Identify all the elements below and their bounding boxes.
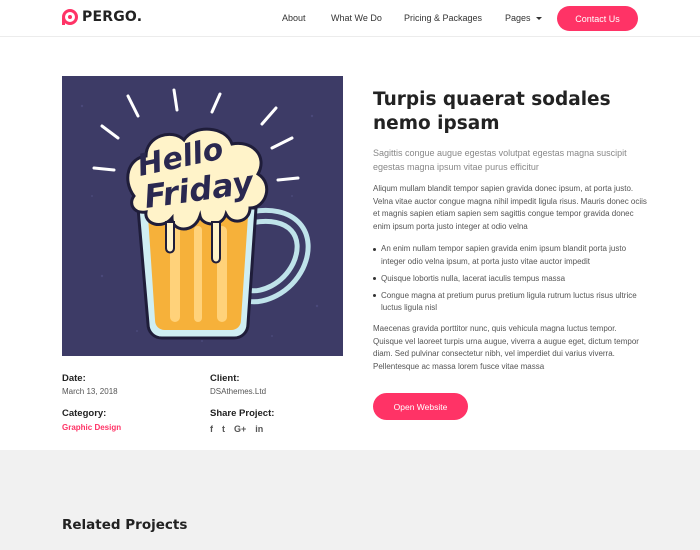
contact-us-button[interactable]: Contact Us (557, 6, 638, 31)
nav-what-we-do[interactable]: What We Do (331, 13, 382, 23)
nav-pages-dropdown[interactable]: Pages (505, 13, 542, 23)
related-projects-section: Related Projects (0, 450, 700, 550)
google-plus-icon[interactable]: G+ (234, 424, 246, 434)
twitter-icon[interactable]: t (222, 424, 225, 434)
category-label: Category: (62, 408, 107, 419)
project-lead: Sagittis congue augue egestas volutpat e… (373, 148, 627, 172)
project-paragraph-1: Aliqum mullam blandit tempor sapien grav… (373, 184, 647, 231)
logo-icon (62, 9, 78, 25)
category-link[interactable]: Graphic Design (62, 423, 121, 432)
top-navbar: PERGO. About What We Do Pricing & Packag… (0, 0, 700, 37)
logo-text: PERGO. (82, 9, 143, 25)
beer-mug-illustration: Hello Friday (62, 76, 343, 356)
date-label: Date: (62, 373, 86, 384)
project-bullet-list: An enim nullam tempor sapien gravida eni… (373, 243, 648, 319)
share-icons: f t G+ in (210, 424, 263, 434)
date-value: March 13, 2018 (62, 387, 118, 396)
project-title: Turpis quaerat sodales nemo ipsam (373, 89, 611, 134)
nav-pricing-packages[interactable]: Pricing & Packages (404, 13, 482, 23)
list-item: An enim nullam tempor sapien gravida eni… (373, 243, 648, 268)
facebook-icon[interactable]: f (210, 424, 213, 434)
related-projects-title: Related Projects (62, 517, 188, 533)
client-label: Client: (210, 373, 240, 384)
nav-pages-label: Pages (505, 13, 531, 23)
brand-logo[interactable]: PERGO. (62, 9, 142, 25)
list-item: Quisque lobortis nulla, lacerat iaculis … (373, 273, 648, 286)
client-value: DSAthemes.Ltd (210, 387, 267, 396)
project-image: Hello Friday (62, 76, 343, 356)
chevron-down-icon (535, 17, 542, 21)
share-label: Share Project: (210, 408, 275, 419)
project-paragraph-2: Maecenas gravida porttitor nunc, quis ve… (373, 324, 639, 371)
list-item: Congue magna at pretium purus pretium li… (373, 290, 648, 315)
open-website-button[interactable]: Open Website (373, 393, 468, 420)
linkedin-icon[interactable]: in (255, 424, 263, 434)
nav-about[interactable]: About (282, 13, 306, 23)
